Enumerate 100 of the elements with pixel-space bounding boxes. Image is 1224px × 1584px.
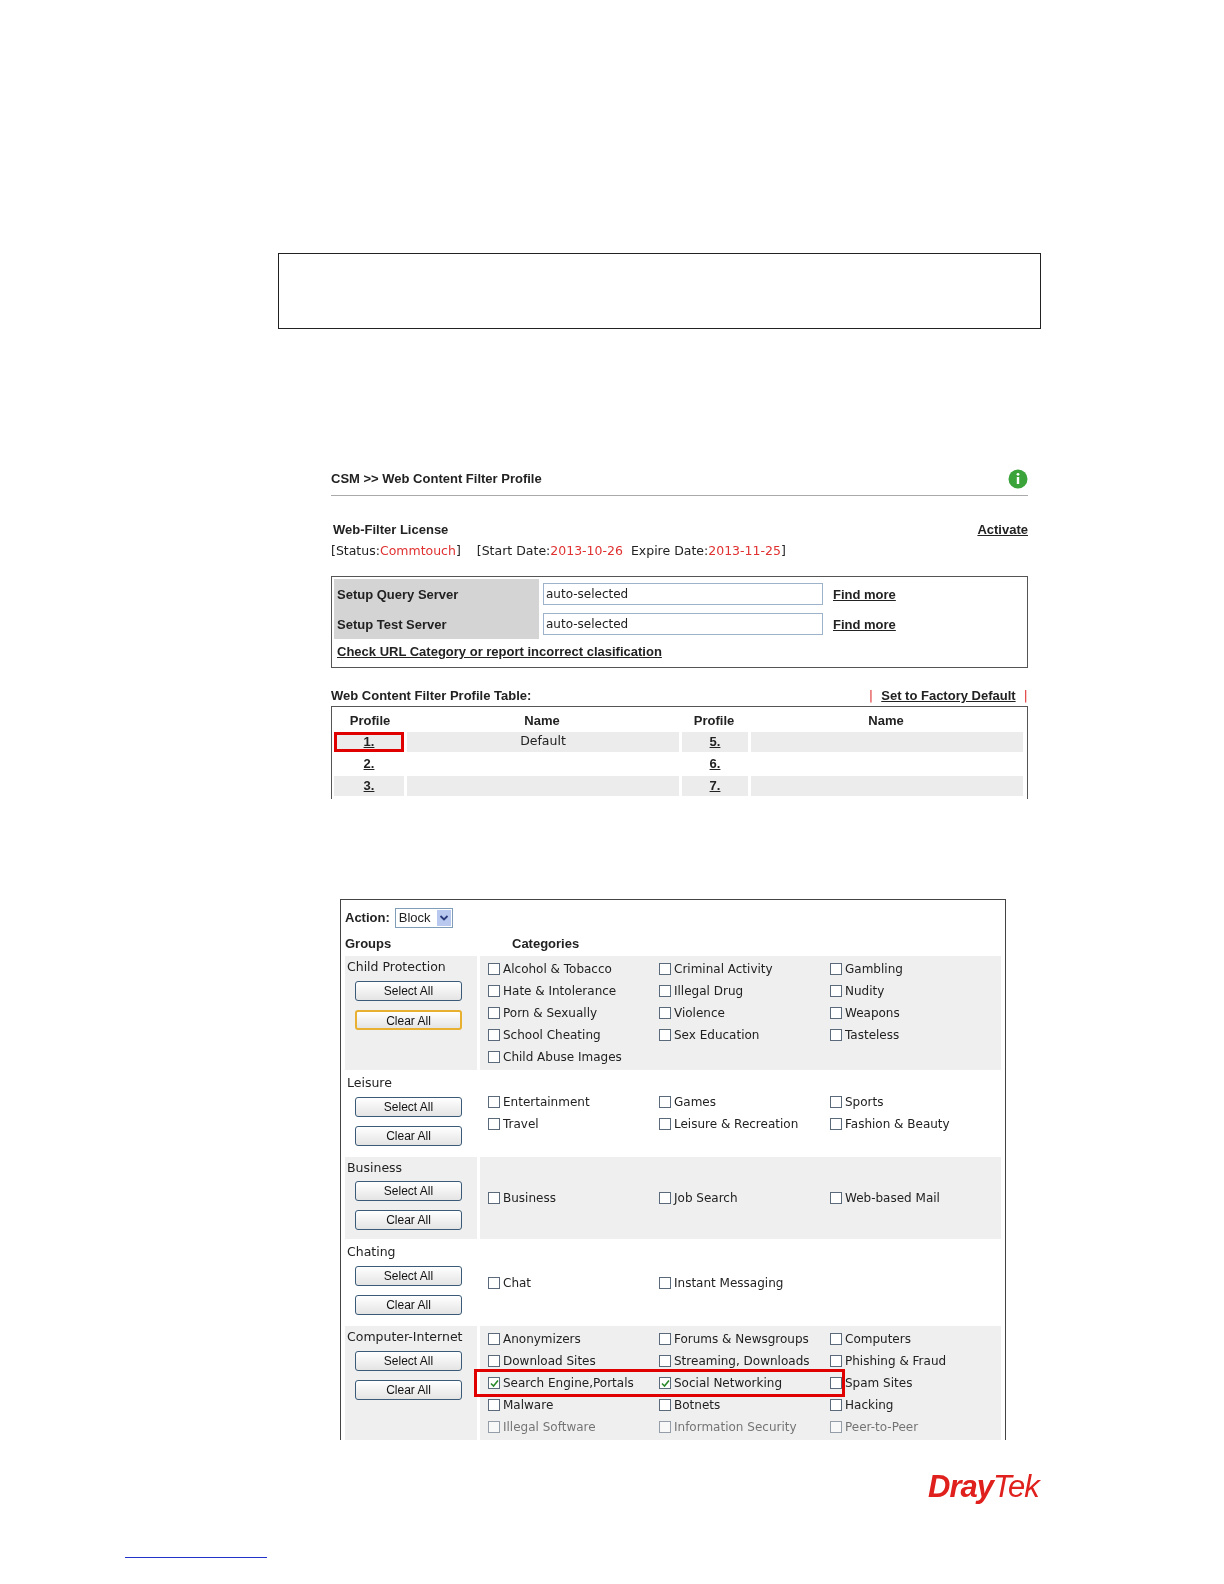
checkbox[interactable] [659,1096,671,1109]
category-label: School Cheating [503,1026,601,1044]
category-label: Chat [503,1274,532,1292]
clear-all-button[interactable]: Clear All [355,1295,462,1315]
select-all-button[interactable]: Select All [355,1350,462,1371]
action-label: Action: [345,909,390,927]
checkbox[interactable] [659,1276,671,1289]
license-title: Web-Filter License [333,521,449,539]
server-input[interactable]: auto-selected [543,583,823,606]
checkbox[interactable] [830,1355,842,1367]
checkbox[interactable] [830,1028,842,1041]
checkbox[interactable] [488,1377,500,1389]
profile-link[interactable]: 7. [709,776,721,796]
checkbox[interactable] [830,984,842,997]
clear-all-button[interactable]: Clear All [355,1210,462,1231]
category-label: Streaming, Downloads [674,1353,810,1370]
category-label: Computers [845,1331,911,1348]
select-all-button[interactable]: Select All [355,1266,462,1286]
clear-all-button[interactable]: Clear All [355,1125,462,1146]
select-all-button[interactable]: Select All [355,1096,462,1117]
check-url-link[interactable]: Check URL Category or report incorrect clasification [337,644,662,660]
group-name: Business [347,1158,404,1177]
checkbox[interactable] [488,1333,500,1345]
checkbox[interactable] [830,1333,842,1345]
category-label: Information Security [674,1419,797,1436]
category-label: Alcohol & Tobacco [503,960,612,978]
info-icon[interactable] [1008,469,1028,489]
select-all-button[interactable]: Select All [355,980,462,1001]
group-name: Computer-Internet [347,1328,464,1346]
categories-header: Categories [512,934,580,953]
category-label: Nudity [845,982,885,1000]
category-label: Phishing & Fraud [845,1353,947,1370]
checkbox[interactable] [659,1399,671,1411]
checkbox[interactable] [488,1421,500,1433]
action-dropdown[interactable]: Block [394,907,453,928]
checkbox[interactable] [830,1399,842,1411]
category-label: Forums & Newsgroups [674,1331,809,1348]
factory-default-link[interactable]: Set to Factory Default [881,686,1016,706]
checkbox[interactable] [830,1096,842,1109]
category-label: Hacking [845,1397,894,1414]
column-header: Profile [348,712,392,731]
checkbox[interactable] [488,1276,500,1289]
checkbox[interactable] [830,1118,842,1131]
checkbox[interactable] [659,1191,671,1204]
brand-logo: DrayTek [928,1468,1039,1506]
checkbox[interactable] [659,1028,671,1041]
checkbox[interactable] [830,1377,842,1389]
separator: | [868,687,874,706]
category-label: Download Sites [503,1353,596,1370]
checkbox[interactable] [488,1191,500,1204]
column-header: Profile [692,712,736,731]
checkbox[interactable] [659,1355,671,1367]
category-label: Illegal Drug [674,982,744,1000]
profile-name: Default [520,732,566,751]
checkbox[interactable] [659,1006,671,1019]
profile-link[interactable]: 6. [709,754,721,774]
category-label: Leisure & Recreation [674,1116,799,1134]
select-all-button[interactable]: Select All [355,1181,462,1202]
checkbox[interactable] [488,1118,500,1131]
column-header: Name [523,712,561,731]
checkbox[interactable] [659,1118,671,1131]
checkbox[interactable] [659,984,671,997]
clear-all-button[interactable]: Clear All [355,1379,462,1400]
checkbox[interactable] [488,1028,500,1041]
checkbox[interactable] [488,1399,500,1411]
checkbox[interactable] [659,962,671,975]
category-label: Sports [845,1094,884,1112]
category-label: Social Networking [674,1375,783,1392]
server-input[interactable]: auto-selected [543,613,823,636]
find-more-link[interactable]: Find more [833,614,896,634]
checkbox[interactable] [830,1191,842,1204]
find-more-link[interactable]: Find more [833,584,896,604]
group-name: Chating [347,1243,397,1262]
category-label: Fashion & Beauty [845,1116,950,1134]
checkbox[interactable] [488,1050,500,1063]
checkbox[interactable] [830,1006,842,1019]
category-label: Gambling [845,960,903,978]
category-label: Hate & Intolerance [503,982,617,1000]
category-label: Illegal Software [503,1419,596,1436]
category-label: Anonymizers [503,1331,581,1348]
checkbox[interactable] [488,1096,500,1109]
clear-all-button[interactable]: Clear All [355,1009,462,1030]
checkbox[interactable] [488,984,500,997]
category-label: Entertainment [503,1094,590,1112]
checkbox[interactable] [830,1421,842,1433]
profile-link[interactable]: 5. [709,732,721,752]
profile-link[interactable]: 2. [363,754,375,774]
checkbox[interactable] [830,962,842,975]
profile-link[interactable]: 3. [363,776,375,796]
checkbox[interactable] [488,1355,500,1367]
checkbox[interactable] [488,1006,500,1019]
checkbox[interactable] [659,1377,671,1389]
checkbox[interactable] [659,1421,671,1433]
profile-link[interactable]: 1. [363,732,375,752]
activate-link[interactable]: Activate [977,520,1028,540]
checkbox[interactable] [488,962,500,975]
category-label: Weapons [845,1004,900,1022]
checkbox[interactable] [659,1333,671,1345]
column-header: Name [867,712,905,731]
category-label: Job Search [674,1189,738,1207]
